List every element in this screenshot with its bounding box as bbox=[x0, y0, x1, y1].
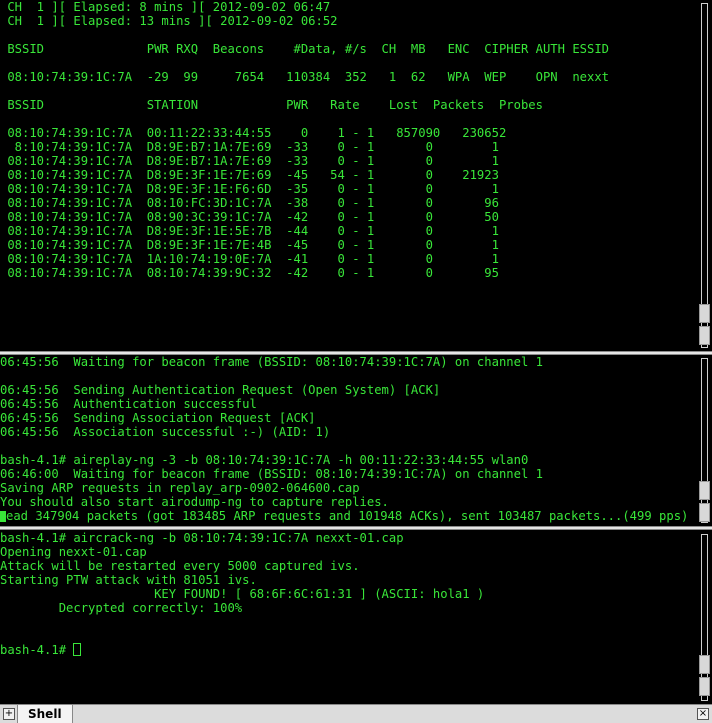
airodump-line: CH 1 ][ Elapsed: 8 mins ][ 2012-09-02 06… bbox=[0, 0, 331, 14]
airodump-line: 08:10:74:39:1C:7A D8:9E:3F:1E:5E:7B -44 … bbox=[0, 224, 499, 238]
aircrack-scrollbar[interactable] bbox=[697, 531, 712, 704]
aireplay-line bbox=[0, 439, 697, 453]
aircrack-line: Attack will be restarted every 5000 capt… bbox=[0, 559, 360, 573]
scrollbar-track bbox=[701, 534, 708, 701]
airodump-line: BSSID STATION PWR Rate Lost Packets Prob… bbox=[0, 98, 543, 112]
aireplay-line: You should also start airodump-ng to cap… bbox=[0, 495, 389, 509]
aircrack-line: bash-4.1# aircrack-ng -b 08:10:74:39:1C:… bbox=[0, 531, 404, 545]
airodump-pane[interactable]: CH 1 ][ Elapsed: 8 mins ][ 2012-09-02 06… bbox=[0, 0, 697, 351]
airodump-line: 08:10:74:39:1C:7A D8:9E:B7:1A:7E:69 -33 … bbox=[0, 154, 499, 168]
scrollbar-thumb[interactable] bbox=[699, 481, 710, 500]
aireplay-progress-line: ead 347904 packets (got 183485 ARP reque… bbox=[0, 509, 697, 523]
airodump-line: 08:10:74:39:1C:7A D8:9E:3F:1E:7E:69 -45 … bbox=[0, 168, 499, 182]
aircrack-line: Starting PTW attack with 81051 ivs. bbox=[0, 573, 257, 587]
aireplay-line: Saving ARP requests in replay_arp-0902-0… bbox=[0, 481, 360, 495]
aireplay-line bbox=[0, 369, 697, 383]
aircrack-line: Opening nexxt-01.cap bbox=[0, 545, 147, 559]
tab-bar: + Shell × bbox=[0, 704, 712, 723]
new-tab-button[interactable]: + bbox=[3, 708, 15, 720]
scrollbar-thumb[interactable] bbox=[699, 503, 710, 522]
scrollbar-thumb[interactable] bbox=[699, 655, 710, 674]
aireplay-line: 06:45:56 Association successful :-) (AID… bbox=[0, 425, 331, 439]
airodump-line: 08:10:74:39:1C:7A -29 99 7654 110384 352… bbox=[0, 70, 610, 84]
aireplay-line: 06:45:56 Sending Authentication Request … bbox=[0, 383, 441, 397]
scrollbar-thumb[interactable] bbox=[699, 677, 710, 696]
airodump-line: 08:10:74:39:1C:7A 08:90:3C:39:1C:7A -42 … bbox=[0, 210, 499, 224]
airodump-line: 8:10:74:39:1C:7A D8:9E:B7:1A:7E:69 -33 0… bbox=[0, 140, 499, 154]
scrollbar-track bbox=[701, 3, 708, 348]
airodump-line bbox=[0, 56, 697, 70]
scrollbar-thumb[interactable] bbox=[699, 326, 710, 345]
airodump-line bbox=[0, 112, 697, 126]
airodump-output: CH 1 ][ Elapsed: 8 mins ][ 2012-09-02 06… bbox=[0, 0, 697, 280]
airodump-line: BSSID PWR RXQ Beacons #Data, #/s CH MB E… bbox=[0, 42, 610, 56]
airodump-line bbox=[0, 28, 697, 42]
airodump-line: CH 1 ][ Elapsed: 13 mins ][ 2012-09-02 0… bbox=[0, 14, 338, 28]
airodump-line: 08:10:74:39:1C:7A D8:9E:3F:1E:F6:6D -35 … bbox=[0, 182, 499, 196]
pane-divider[interactable] bbox=[0, 526, 712, 530]
aireplay-line: 06:45:56 Sending Association Request [AC… bbox=[0, 411, 316, 425]
aircrack-line bbox=[0, 615, 697, 629]
aireplay-line: 06:45:56 Waiting for beacon frame (BSSID… bbox=[0, 355, 543, 369]
aireplay-line: 06:45:56 Authentication successful bbox=[0, 397, 257, 411]
aireplay-line: bash-4.1# aireplay-ng -3 -b 08:10:74:39:… bbox=[0, 453, 529, 467]
scrollbar-thumb[interactable] bbox=[699, 304, 710, 323]
aireplay-scrollbar[interactable] bbox=[697, 355, 712, 526]
tab-shell[interactable]: Shell bbox=[17, 705, 73, 723]
airodump-line: 08:10:74:39:1C:7A 08:10:FC:3D:1C:7A -38 … bbox=[0, 196, 499, 210]
aircrack-line: Decrypted correctly: 100% bbox=[0, 601, 243, 615]
aireplay-pane[interactable]: 06:45:56 Waiting for beacon frame (BSSID… bbox=[0, 355, 697, 526]
plus-icon: + bbox=[4, 708, 14, 719]
airodump-line: 08:10:74:39:1C:7A D8:9E:3F:1E:7E:4B -45 … bbox=[0, 238, 499, 252]
aircrack-pane[interactable]: bash-4.1# aircrack-ng -b 08:10:74:39:1C:… bbox=[0, 531, 697, 704]
airodump-scrollbar[interactable] bbox=[697, 0, 712, 351]
close-tab-button[interactable]: × bbox=[697, 708, 709, 720]
airodump-line: 08:10:74:39:1C:7A 00:11:22:33:44:55 0 1 … bbox=[0, 126, 507, 140]
airodump-line: 08:10:74:39:1C:7A 1A:10:74:19:0E:7A -41 … bbox=[0, 252, 499, 266]
aircrack-output: bash-4.1# aircrack-ng -b 08:10:74:39:1C:… bbox=[0, 531, 697, 657]
aircrack-line bbox=[0, 629, 697, 643]
text-cursor bbox=[73, 643, 82, 656]
shell-prompt-line[interactable]: bash-4.1# bbox=[0, 643, 697, 657]
aircrack-line: KEY FOUND! [ 68:6F:6C:61:31 ] (ASCII: ho… bbox=[0, 587, 485, 601]
aireplay-output: 06:45:56 Waiting for beacon frame (BSSID… bbox=[0, 355, 697, 523]
close-icon: × bbox=[698, 708, 708, 719]
airodump-line: 08:10:74:39:1C:7A 08:10:74:39:9C:32 -42 … bbox=[0, 266, 499, 280]
airodump-line bbox=[0, 84, 697, 98]
aireplay-line: 06:46:00 Waiting for beacon frame (BSSID… bbox=[0, 467, 543, 481]
